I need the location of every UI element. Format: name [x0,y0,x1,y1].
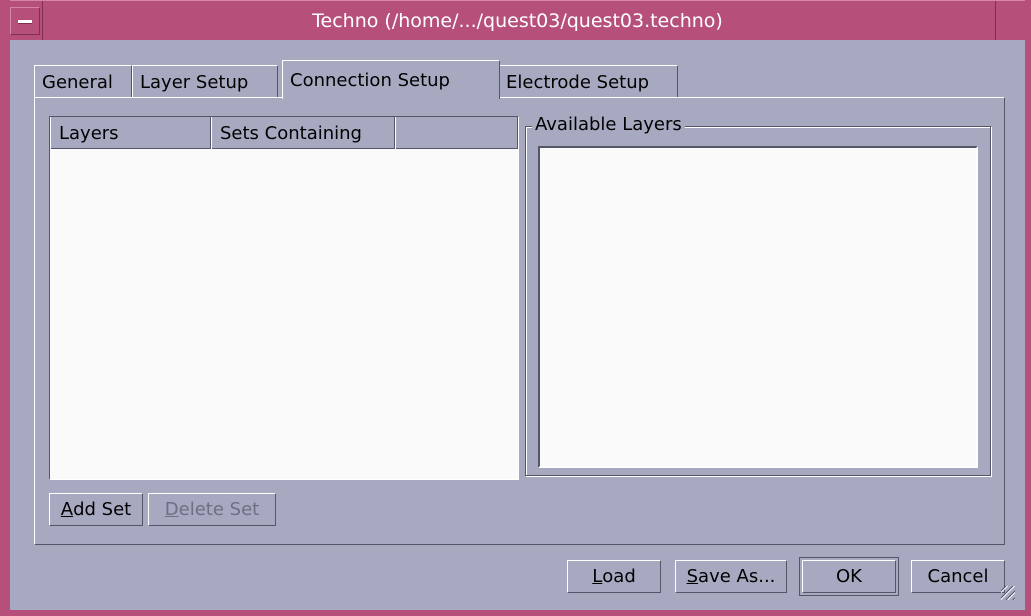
connection-setup-panel: Layers Sets Containing Available Layers … [34,97,1005,545]
save-as-mnemonic: S [686,566,699,587]
column-header-layers[interactable]: Layers [50,117,211,149]
tab-general[interactable]: General [34,65,132,98]
cancel-button[interactable]: Cancel [911,560,1005,593]
resize-grip-icon[interactable] [1001,586,1015,600]
load-mnemonic: L [592,566,603,587]
layers-table[interactable]: Layers Sets Containing [49,116,519,480]
ok-button[interactable]: OK [802,560,896,593]
tab-connection-setup[interactable]: Connection Setup [282,60,500,99]
window-title: Techno (/home/.../quest03/quest03.techno… [312,9,723,32]
column-header-sets-containing[interactable]: Sets Containing [211,117,395,149]
window-frame-bottom[interactable] [0,610,1031,616]
title-bar-corner [995,1,1025,41]
save-as-label: ave As... [698,566,776,587]
tab-layer-setup[interactable]: Layer Setup [132,65,278,98]
column-header-empty[interactable] [395,117,518,149]
window-frame-right[interactable] [1025,0,1031,616]
table-header: Layers Sets Containing [50,117,518,149]
title-separator [42,1,43,41]
save-as-button[interactable]: Save As... [675,560,787,593]
dialog-client: General Layer Setup Connection Setup Ele… [10,40,1025,610]
available-layers-title: Available Layers [532,114,685,135]
window-menu-icon[interactable] [10,7,40,35]
load-button[interactable]: Load [567,560,661,593]
delete-set-button[interactable]: Delete Set [148,493,276,526]
available-layers-list[interactable] [538,146,978,468]
title-bar[interactable]: Techno (/home/.../quest03/quest03.techno… [10,0,1025,41]
add-set-button[interactable]: Add Set [49,493,143,526]
tab-electrode-setup[interactable]: Electrode Setup [498,65,678,98]
table-body[interactable] [50,149,518,479]
window-frame-left[interactable] [0,0,10,616]
delete-set-mnemonic: D [164,499,179,520]
add-set-label: dd Set [73,499,132,520]
delete-set-label: elete Set [178,499,260,520]
add-set-mnemonic: A [60,499,74,520]
available-layers-group: Available Layers [525,114,991,476]
load-label: oad [602,566,636,587]
